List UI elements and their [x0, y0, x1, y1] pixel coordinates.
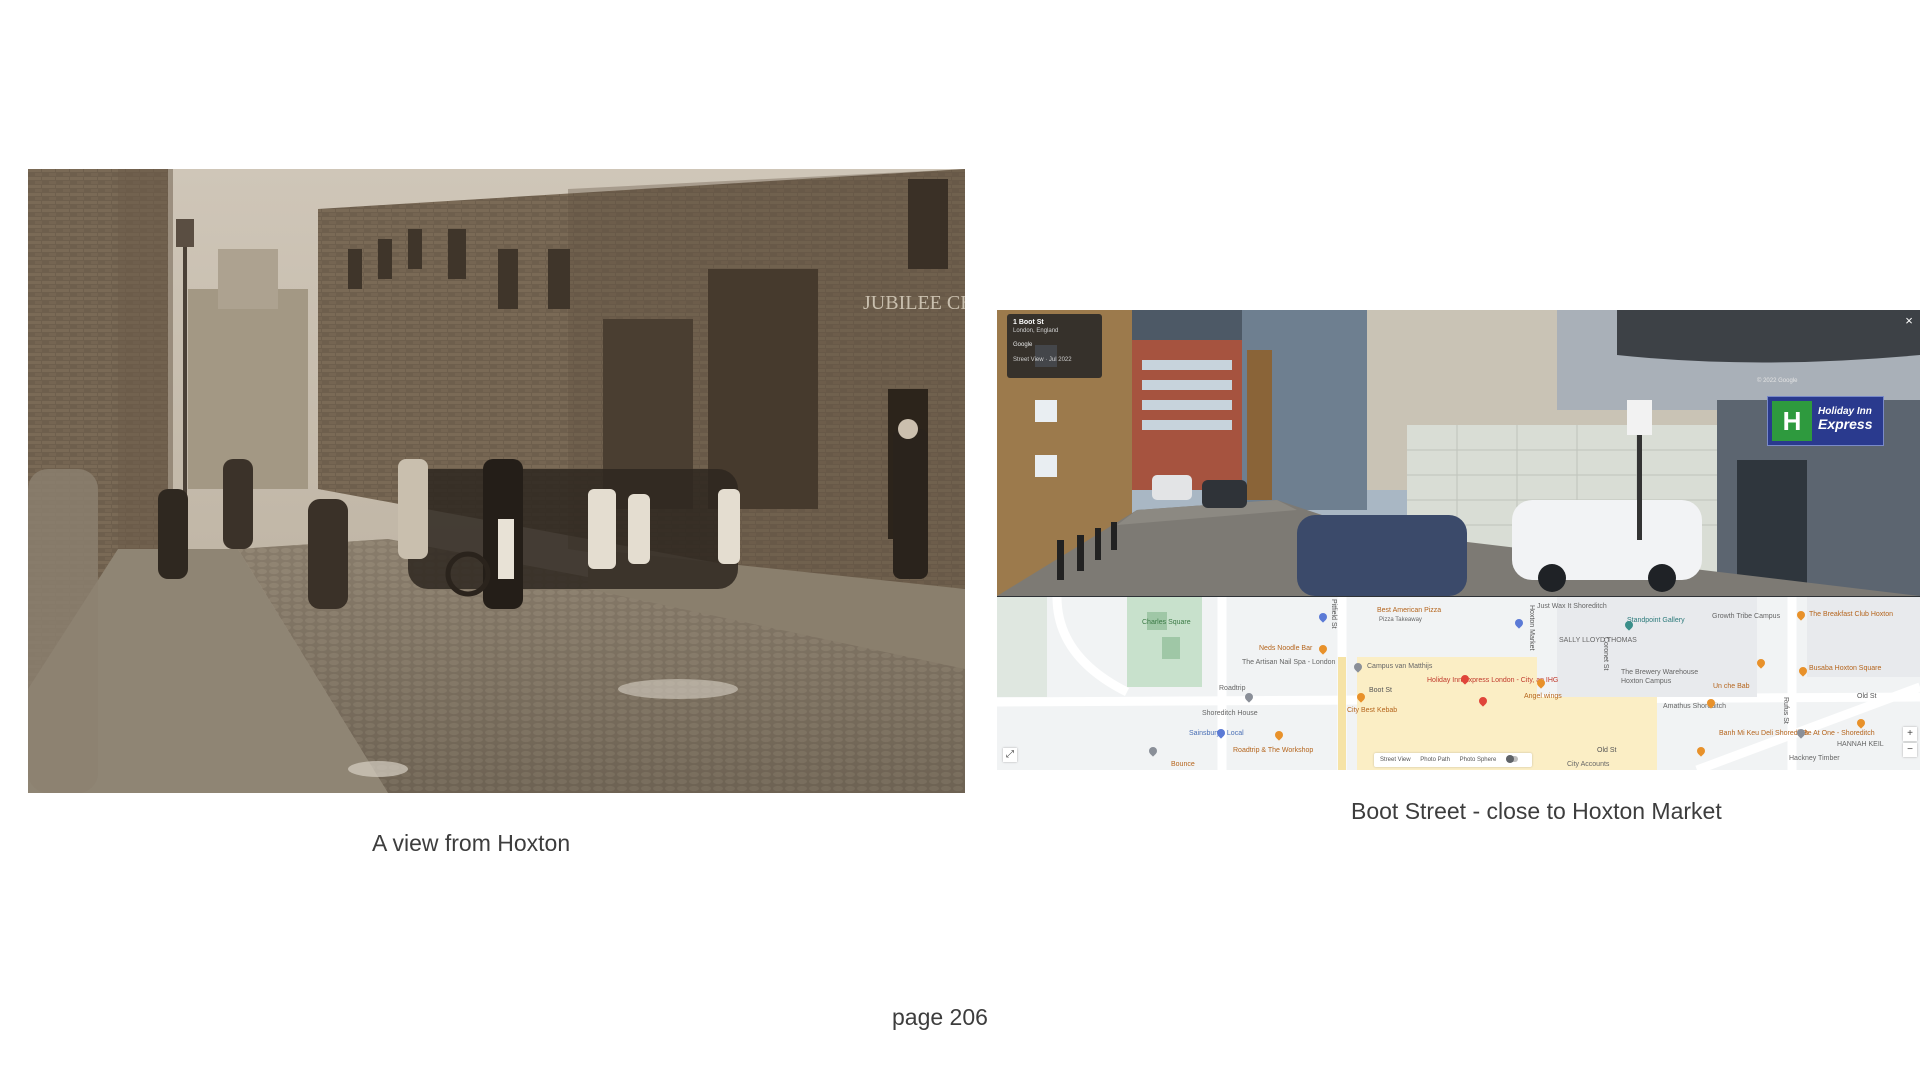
map-label-artisan-nail[interactable]: The Artisan Nail Spa - London [1242, 659, 1335, 667]
map-label-bounce[interactable]: Bounce [1171, 761, 1195, 769]
date-label[interactable]: Street View · Jul 2022 [1013, 356, 1096, 365]
copyright: © 2022 Google [1757, 378, 1798, 384]
place-title: 1 Boot St [1013, 319, 1044, 326]
place-card[interactable]: 1 Boot St London, England Google Street … [1007, 314, 1102, 378]
street-view-panorama[interactable]: 1 Boot St London, England Google Street … [997, 310, 1920, 596]
map-label-city-best-kebab[interactable]: City Best Kebab [1347, 707, 1397, 715]
map-label-angel-wings[interactable]: Angel wings [1524, 693, 1562, 701]
caption-left: A view from Hoxton [372, 830, 571, 856]
mini-map[interactable]: Charles Square Pitfield St Best American… [997, 596, 1920, 770]
map-label-hannah-keil[interactable]: HANNAH KEIL [1837, 741, 1884, 749]
caption-right: Boot Street - close to Hoxton Market [1351, 798, 1722, 824]
historic-photo: JUBILEE CHAM [28, 169, 965, 793]
photo-sphere-toggle[interactable] [1506, 755, 1518, 764]
legend-photo-sphere[interactable]: Photo Sphere [1460, 757, 1497, 763]
map-legend: Street View Photo Path Photo Sphere [1374, 753, 1532, 767]
map-label-campus-van-matthijs[interactable]: Campus van Matthijs [1367, 663, 1432, 671]
map-label-shoreditch-house[interactable]: Shoreditch House [1202, 710, 1258, 718]
map-label-pitfield-st: Pitfield St [1330, 599, 1337, 629]
map-label-roadtrip[interactable]: Roadtrip [1219, 685, 1245, 693]
map-label-hoxton-campus[interactable]: Hoxton Campus [1621, 678, 1671, 686]
map-label-best-american-pizza[interactable]: Best American Pizza [1377, 607, 1441, 615]
place-subtitle: London, England [1013, 328, 1059, 334]
map-label-coronet-st: Coronet St [1602, 637, 1609, 671]
legend-photo-path[interactable]: Photo Path [1420, 757, 1450, 763]
map-label-old-st: Old St [1857, 693, 1877, 700]
hotel-sign-line2: Express [1818, 416, 1873, 432]
map-label-pizza-takeaway: Pizza Takeaway [1379, 617, 1422, 623]
map-label-standpoint-gallery[interactable]: Standpoint Gallery [1627, 617, 1685, 625]
map-label-un-che-bab[interactable]: Un che Bab [1713, 683, 1750, 691]
map-label-rufus-st: Rufus St [1782, 697, 1789, 724]
map-label-hoxton-market: Hoxton Market [1528, 605, 1535, 651]
hotel-sign: H Holiday Inn Express [1767, 396, 1884, 446]
zoom-out-button[interactable]: − [1903, 743, 1917, 757]
close-icon[interactable]: × [1902, 314, 1916, 328]
map-label-breakfast-club[interactable]: The Breakfast Club Hoxton [1809, 611, 1893, 619]
wall-sign: JUBILEE CHAM [863, 292, 965, 314]
legend-street-view[interactable]: Street View [1380, 757, 1411, 763]
zoom-in-button[interactable]: + [1903, 727, 1917, 741]
page-number: page 206 [892, 1004, 988, 1030]
map-label-brewery-warehouse[interactable]: The Brewery Warehouse [1621, 669, 1698, 677]
map-label-roadtrip-workshop[interactable]: Roadtrip & The Workshop [1233, 747, 1313, 755]
map-label-just-wax-it[interactable]: Just Wax It Shoreditch [1537, 603, 1607, 611]
map-label-busaba[interactable]: Busaba Hoxton Square [1809, 665, 1881, 673]
street-view-screenshot: 1 Boot St London, England Google Street … [997, 310, 1920, 770]
map-label-sally-lloyd[interactable]: SALLY LLOYD THOMAS [1559, 637, 1637, 645]
map-label-city-accounts[interactable]: City Accounts [1567, 761, 1609, 769]
expand-map-icon[interactable]: ⤢ [1003, 748, 1017, 762]
map-label-amathus[interactable]: Amathus Shoreditch [1663, 703, 1726, 711]
map-label-charles-square: Charles Square [1142, 619, 1191, 626]
hotel-logo-icon: H [1772, 401, 1812, 441]
source-label: Google [1013, 342, 1033, 348]
map-label-be-at-one[interactable]: Be At One - Shoreditch [1803, 730, 1875, 738]
map-label-neds-noodle[interactable]: Neds Noodle Bar [1259, 645, 1312, 653]
map-label-growth-tribe[interactable]: Growth Tribe Campus [1712, 613, 1780, 621]
map-label-hackney-timber[interactable]: Hackney Timber [1789, 755, 1840, 763]
map-label-boot-st: Boot St [1369, 687, 1392, 694]
map-label-old-st-2: Old St [1597, 747, 1617, 754]
map-label-banh-mi-keu[interactable]: Banh Mi Keu Deli Shoreditch [1719, 730, 1809, 738]
